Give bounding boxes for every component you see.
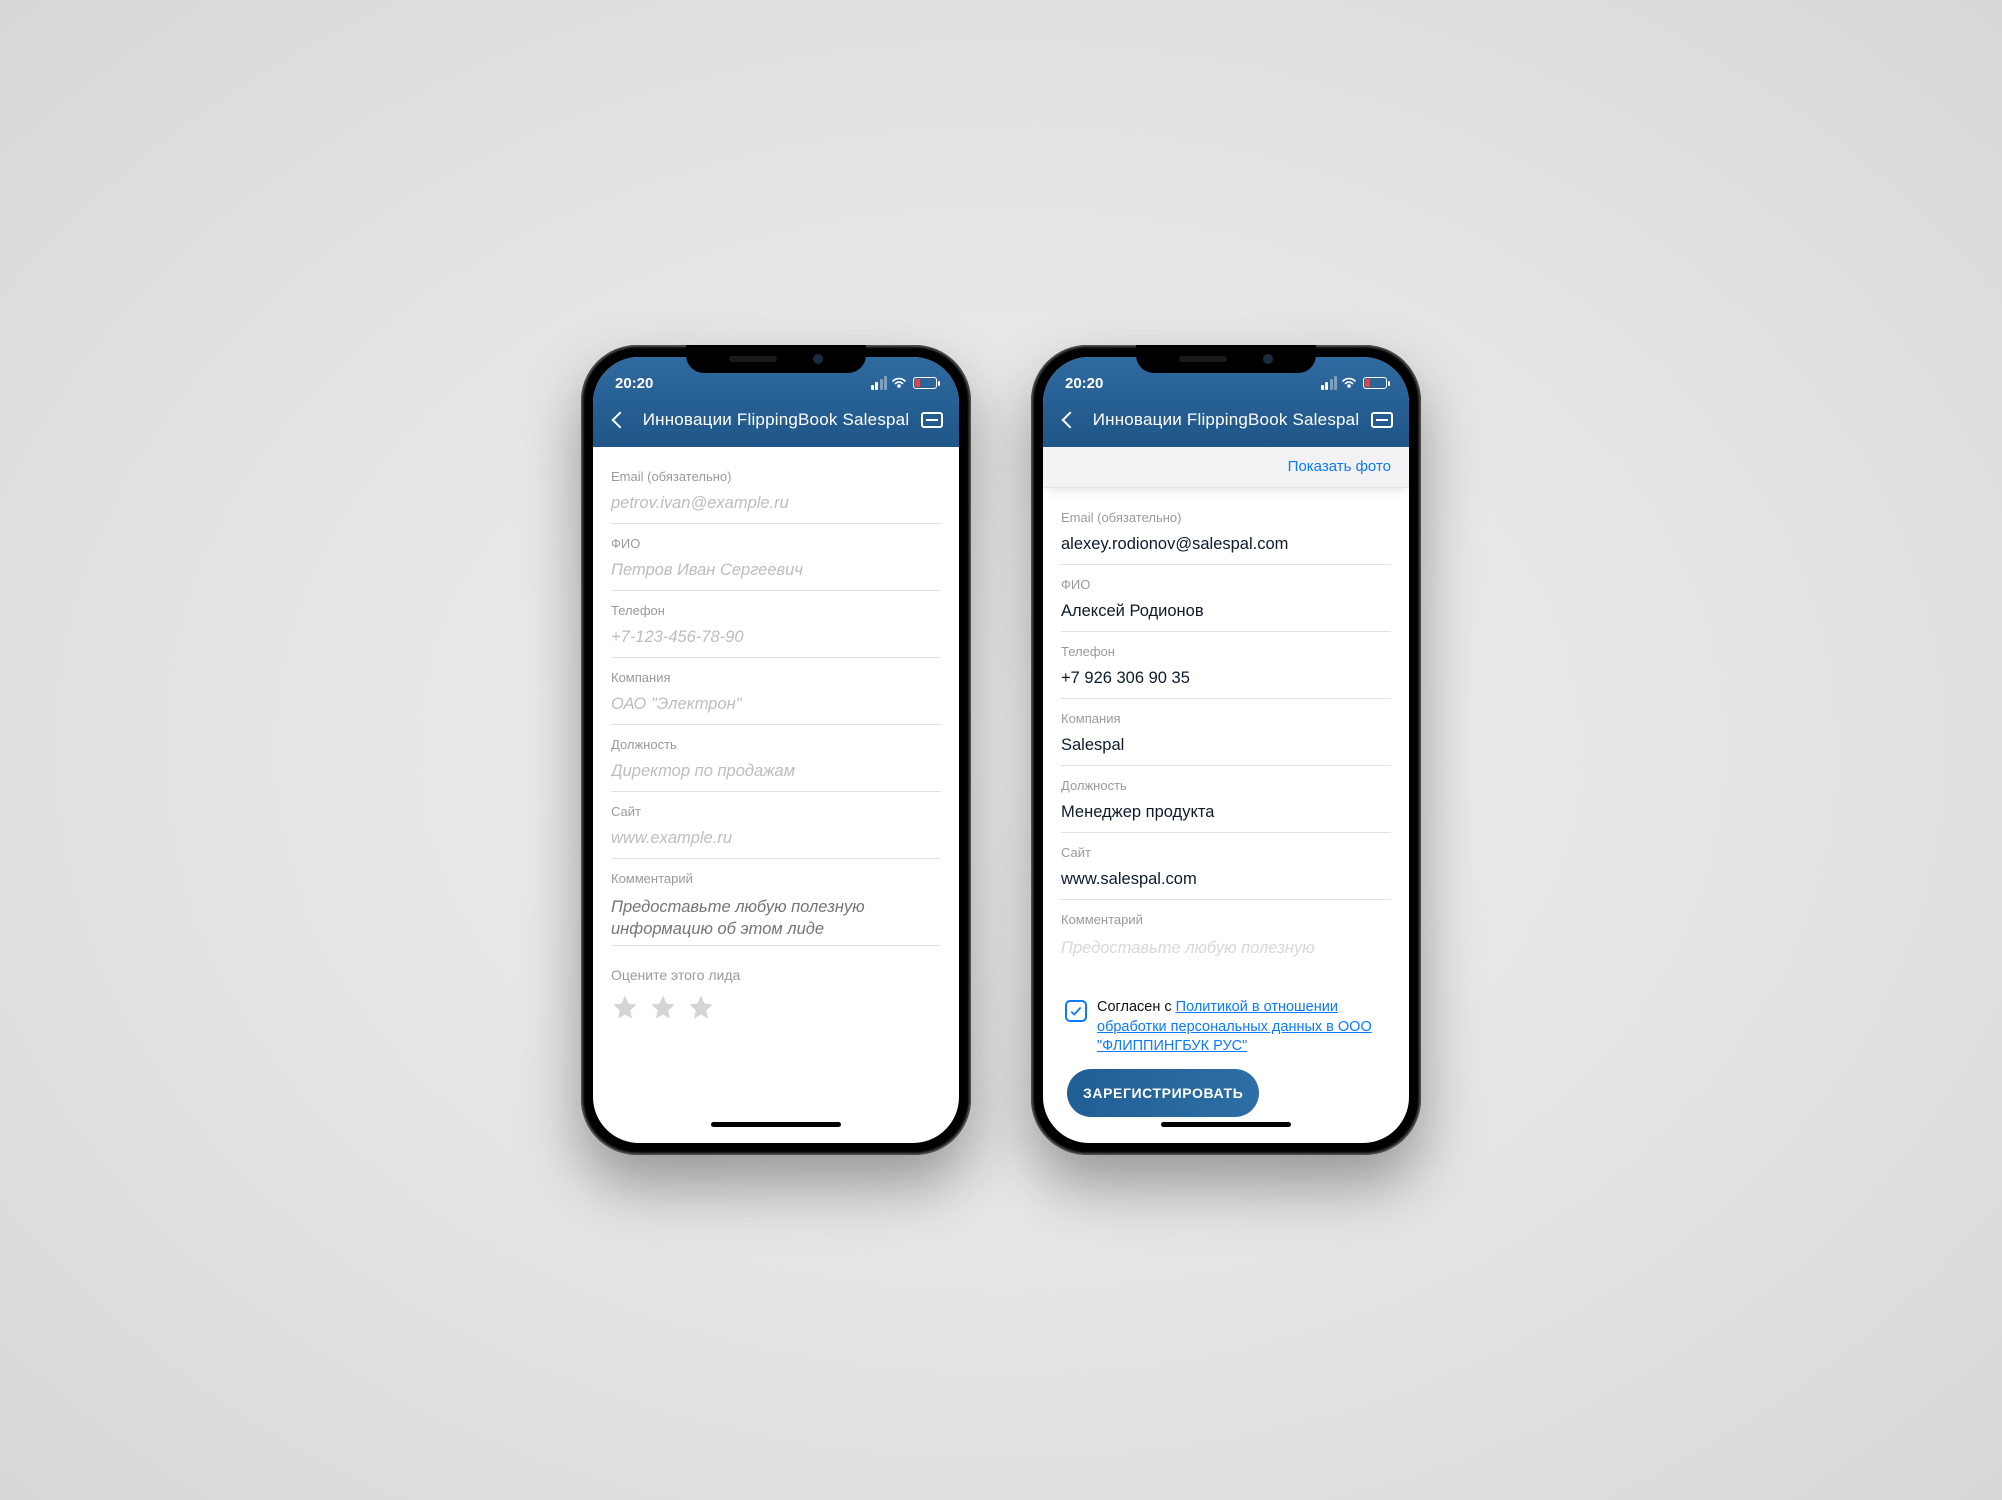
email-label: Email (обязательно) [1061,510,1391,525]
company-label: Компания [611,670,941,685]
field-phone: Телефон [611,591,941,658]
company-input[interactable] [611,691,941,725]
role-value[interactable]: Менеджер продукта [1061,799,1391,833]
scan-card-button[interactable] [1369,407,1395,433]
rating-stars[interactable] [611,993,941,1021]
screen-left: 20:20 Инновации FlippingBook Salespal Em… [593,357,959,1143]
field-role: Должность Менеджер продукта [1061,766,1391,833]
field-site: Сайт www.salespal.com [1061,833,1391,900]
arrow-left-icon [1062,412,1079,429]
status-time: 20:20 [615,375,653,392]
role-label: Должность [611,737,941,752]
scan-card-button[interactable] [919,407,945,433]
field-comment: Комментарий [611,859,941,951]
field-email: Email (обязательно) [611,457,941,524]
check-icon [1069,1004,1083,1018]
status-icons [871,375,938,391]
battery-low-icon [913,377,937,389]
field-company: Компания Salespal [1061,699,1391,766]
star-icon[interactable] [611,993,639,1021]
cellular-icon [1321,376,1338,390]
field-phone: Телефон +7 926 306 90 35 [1061,632,1391,699]
field-site: Сайт [611,792,941,859]
field-role: Должность [611,725,941,792]
consent-text: Согласен с Политикой в отношении обработ… [1097,998,1387,1057]
consent-checkbox[interactable] [1065,1000,1087,1022]
name-label: ФИО [1061,577,1391,592]
comment-input[interactable] [611,892,941,946]
name-input[interactable] [611,557,941,591]
phone-mockup-left: 20:20 Инновации FlippingBook Salespal Em… [581,345,971,1155]
company-value[interactable]: Salespal [1061,732,1391,766]
page-title: Инновации FlippingBook Salespal [643,410,910,430]
site-label: Сайт [611,804,941,819]
scan-icon [1371,412,1393,428]
comment-label: Комментарий [611,871,941,886]
back-button[interactable] [1057,407,1083,433]
back-button[interactable] [607,407,633,433]
rate-label: Оцените этого лида [611,967,941,983]
page-title: Инновации FlippingBook Salespal [1093,410,1360,430]
phone-notch [1136,345,1316,373]
email-value[interactable]: alexey.rodionov@salespal.com [1061,531,1391,565]
cellular-icon [871,376,888,390]
phone-mockup-right: 20:20 Инновации FlippingBook Salespal По… [1031,345,1421,1155]
name-value[interactable]: Алексей Родионов [1061,598,1391,632]
site-label: Сайт [1061,845,1391,860]
consent-block: Согласен с Политикой в отношении обработ… [1061,996,1391,1069]
field-comment: Комментарий Предоставьте любую полезную [1061,900,1391,959]
wifi-icon [1341,375,1357,391]
comment-label: Комментарий [1061,912,1391,927]
star-icon[interactable] [649,993,677,1021]
scan-icon [921,412,943,428]
phone-label: Телефон [1061,644,1391,659]
consent-prefix: Согласен с [1097,999,1176,1015]
name-label: ФИО [611,536,941,551]
status-icons [1321,375,1388,391]
nav-bar: Инновации FlippingBook Salespal [593,399,959,447]
email-label: Email (обязательно) [611,469,941,484]
company-label: Компания [1061,711,1391,726]
field-company: Компания [611,658,941,725]
nav-bar: Инновации FlippingBook Salespal [1043,399,1409,447]
field-email: Email (обязательно) alexey.rodionov@sale… [1061,498,1391,565]
status-time: 20:20 [1065,375,1103,392]
form-content[interactable]: Email (обязательно) alexey.rodionov@sale… [1043,488,1409,1143]
role-input[interactable] [611,758,941,792]
phone-notch [686,345,866,373]
phone-label: Телефон [611,603,941,618]
register-button[interactable]: ЗАРЕГИСТРИРОВАТЬ [1067,1069,1259,1117]
field-name: ФИО [611,524,941,591]
site-input[interactable] [611,825,941,859]
battery-low-icon [1363,377,1387,389]
screen-right: 20:20 Инновации FlippingBook Salespal По… [1043,357,1409,1143]
email-input[interactable] [611,490,941,524]
subheader: Показать фото [1043,447,1409,488]
arrow-left-icon [612,412,629,429]
phone-value[interactable]: +7 926 306 90 35 [1061,665,1391,699]
form-content[interactable]: Email (обязательно) ФИО Телефон Компания… [593,447,959,1143]
comment-peek[interactable]: Предоставьте любую полезную [1061,933,1391,959]
field-name: ФИО Алексей Родионов [1061,565,1391,632]
show-photo-link[interactable]: Показать фото [1288,458,1391,475]
wifi-icon [891,375,907,391]
star-icon[interactable] [687,993,715,1021]
phone-input[interactable] [611,624,941,658]
role-label: Должность [1061,778,1391,793]
site-value[interactable]: www.salespal.com [1061,866,1391,900]
